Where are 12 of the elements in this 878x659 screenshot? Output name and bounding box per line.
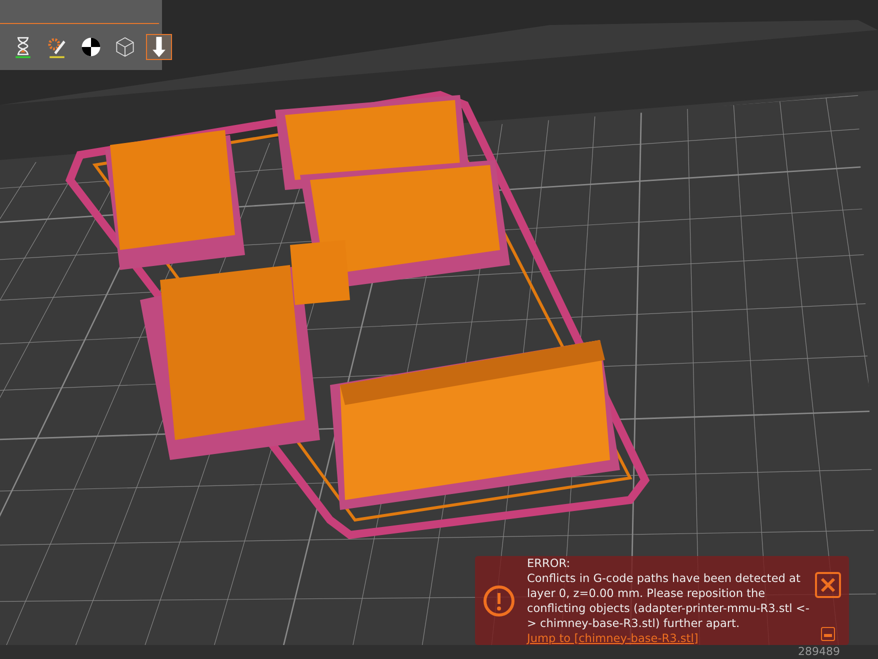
- checker-icon: [79, 35, 103, 59]
- minimize-icon: [824, 634, 832, 638]
- view-toolbar-button[interactable]: [146, 34, 172, 60]
- cube-icon: [113, 35, 137, 59]
- status-value: 289489: [798, 645, 840, 659]
- close-icon: [820, 577, 836, 593]
- notification-message: Conflicts in G-code paths have been detected at layer 0, z=0.00 mm. Please reposition the conflicting objects (adapter-printer-mmu-R3.stl <-> chimney-base-R3.stl) further apart. Jump to [chimney-base-R3.stl]: [527, 570, 810, 645]
- jump-to-object-link[interactable]: Jump to [chimney-base-R3.stl]: [527, 632, 698, 644]
- minimize-button[interactable]: [821, 627, 835, 641]
- close-button[interactable]: [815, 572, 841, 598]
- notification-heading: ERROR:: [527, 556, 572, 570]
- warning-icon: [483, 584, 515, 616]
